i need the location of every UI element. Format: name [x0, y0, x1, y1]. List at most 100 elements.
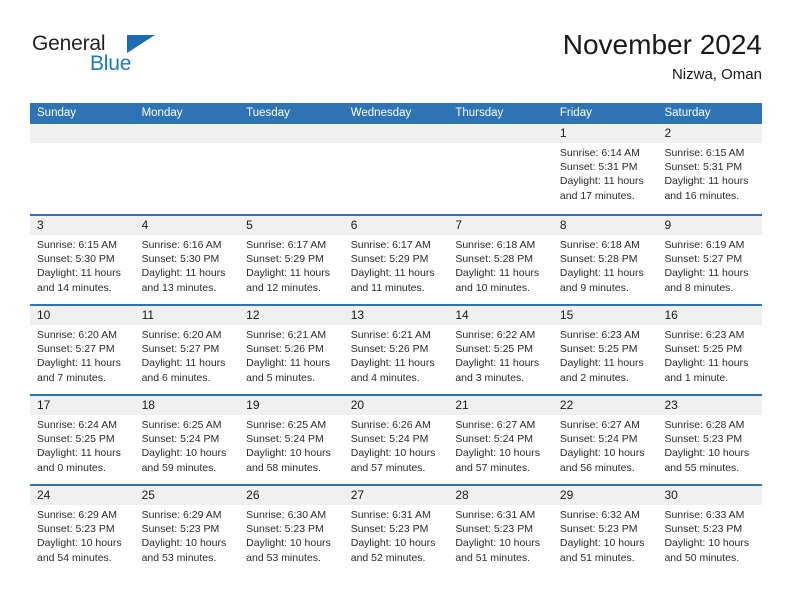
weekday-header-tuesday: Tuesday	[246, 107, 290, 119]
daylight-text: Daylight: 11 hours and 12 minutes.	[246, 267, 331, 294]
sunset-text: Sunset: 5:25 PM	[455, 343, 533, 356]
day-number-band: 14	[448, 306, 553, 325]
day-details: Sunrise: 6:29 AM Sunset: 5:23 PM Daylight:…	[30, 505, 135, 565]
calendar-day-cell[interactable]: 14 Sunrise: 6:22 AM Sunset: 5:25 PM Dayligh…	[448, 306, 553, 394]
day-number-band: 25	[134, 486, 240, 505]
day-number: 30	[664, 488, 678, 502]
sunset-text: Sunset: 5:27 PM	[141, 343, 220, 356]
calendar-day-cell[interactable]: 29 Sunrise: 6:32 AM Sunset: 5:23 PM Dayligh…	[552, 486, 658, 574]
calendar-day-cell[interactable]: 6 Sunrise: 6:17 AM Sunset: 5:29 PM Daylight…	[343, 216, 449, 304]
calendar-day-cell[interactable]: 22 Sunrise: 6:27 AM Sunset: 5:24 PM Dayligh…	[552, 396, 658, 484]
sunrise-text: Sunrise: 6:20 AM	[37, 329, 117, 341]
daylight-text: Daylight: 11 hours and 17 minutes.	[559, 175, 644, 202]
title-block: November 2024 Nizwa, Oman	[563, 28, 762, 85]
day-details: Sunrise: 6:29 AM Sunset: 5:23 PM Daylight:…	[135, 505, 240, 565]
calendar-day-cell[interactable]: 7 Sunrise: 6:18 AM Sunset: 5:28 PM Daylight…	[448, 216, 553, 304]
sunrise-text: Sunrise: 6:33 AM	[664, 509, 745, 521]
calendar-page: General Blue November 2024 Nizwa, Oman S…	[0, 0, 792, 612]
calendar-day-cell[interactable]: 21 Sunrise: 6:27 AM Sunset: 5:24 PM Dayligh…	[448, 396, 553, 484]
calendar-day-cell-empty	[448, 124, 553, 214]
sunrise-text: Sunrise: 6:22 AM	[455, 329, 536, 341]
day-number: 8	[559, 218, 567, 232]
calendar-day-cell[interactable]: 10 Sunrise: 6:20 AM Sunset: 5:27 PM Dayligh…	[30, 306, 135, 394]
daylight-text: Daylight: 10 hours and 52 minutes.	[350, 537, 436, 564]
day-number-band: 5	[239, 216, 344, 235]
calendar-day-cell[interactable]: 28 Sunrise: 6:31 AM Sunset: 5:23 PM Dayligh…	[448, 486, 553, 574]
day-number: 14	[455, 308, 469, 322]
calendar-day-cell[interactable]: 27 Sunrise: 6:31 AM Sunset: 5:23 PM Dayligh…	[343, 486, 449, 574]
sunrise-text: Sunrise: 6:28 AM	[664, 419, 745, 431]
sunrise-text: Sunrise: 6:27 AM	[455, 419, 536, 431]
day-details: Sunrise: 6:33 AM Sunset: 5:23 PM Daylight:…	[657, 505, 762, 565]
sunrise-text: Sunrise: 6:20 AM	[141, 329, 222, 341]
calendar-day-cell[interactable]: 15 Sunrise: 6:23 AM Sunset: 5:25 PM Dayligh…	[552, 306, 658, 394]
weekday-header-saturday: Saturday	[664, 107, 711, 119]
day-details: Sunrise: 6:21 AM Sunset: 5:26 PM Daylight:…	[344, 325, 449, 385]
calendar-day-cell[interactable]: 24 Sunrise: 6:29 AM Sunset: 5:23 PM Dayligh…	[30, 486, 135, 574]
sunset-text: Sunset: 5:28 PM	[559, 253, 638, 266]
calendar-day-cell[interactable]: 17 Sunrise: 6:24 AM Sunset: 5:25 PM Dayligh…	[30, 396, 135, 484]
sunrise-text: Sunrise: 6:23 AM	[559, 329, 640, 341]
calendar-day-cell[interactable]: 13 Sunrise: 6:21 AM Sunset: 5:26 PM Dayligh…	[343, 306, 449, 394]
calendar-day-cell[interactable]: 19 Sunrise: 6:25 AM Sunset: 5:24 PM Dayligh…	[239, 396, 344, 484]
sunrise-text: Sunrise: 6:24 AM	[37, 419, 117, 431]
day-details: Sunrise: 6:23 AM Sunset: 5:25 PM Daylight:…	[657, 325, 762, 385]
calendar-day-cell[interactable]: 4 Sunrise: 6:16 AM Sunset: 5:30 PM Daylight…	[134, 216, 240, 304]
daylight-text: Daylight: 10 hours and 56 minutes.	[559, 447, 645, 474]
calendar-week-row: 1 Sunrise: 6:14 AM Sunset: 5:31 PM Daylight…	[30, 124, 763, 214]
sunrise-text: Sunrise: 6:14 AM	[559, 147, 640, 159]
day-details: Sunrise: 6:28 AM Sunset: 5:23 PM Daylight:…	[657, 415, 762, 475]
sunrise-text: Sunrise: 6:30 AM	[246, 509, 327, 521]
day-details: Sunrise: 6:18 AM Sunset: 5:28 PM Daylight:…	[553, 235, 658, 295]
day-number: 29	[559, 488, 574, 502]
calendar-day-cell[interactable]: 26 Sunrise: 6:30 AM Sunset: 5:23 PM Dayligh…	[239, 486, 344, 574]
calendar-day-cell-empty	[239, 124, 344, 214]
calendar-day-cell[interactable]: 2 Sunrise: 6:15 AM Sunset: 5:31 PM Daylight…	[657, 124, 763, 214]
day-number: 10	[37, 308, 51, 322]
day-number-band: 15	[552, 306, 658, 325]
calendar-day-cell[interactable]: 16 Sunrise: 6:23 AM Sunset: 5:25 PM Dayligh…	[657, 306, 763, 394]
daylight-text: Daylight: 10 hours and 59 minutes.	[141, 447, 227, 474]
daylight-text: Daylight: 10 hours and 51 minutes.	[559, 537, 645, 564]
daylight-text: Daylight: 11 hours and 1 minute.	[664, 357, 749, 384]
day-number-band	[239, 124, 344, 143]
sunset-text: Sunset: 5:25 PM	[559, 343, 638, 356]
sunrise-text: Sunrise: 6:15 AM	[664, 147, 745, 159]
sunset-text: Sunset: 5:31 PM	[559, 161, 638, 174]
day-number-band	[30, 124, 135, 143]
calendar-day-cell[interactable]: 12 Sunrise: 6:21 AM Sunset: 5:26 PM Dayligh…	[239, 306, 344, 394]
calendar-day-cell[interactable]: 11 Sunrise: 6:20 AM Sunset: 5:27 PM Dayligh…	[134, 306, 240, 394]
calendar-day-cell[interactable]: 25 Sunrise: 6:29 AM Sunset: 5:23 PM Dayligh…	[134, 486, 240, 574]
calendar-day-cell[interactable]: 3 Sunrise: 6:15 AM Sunset: 5:30 PM Daylight…	[30, 216, 135, 304]
day-details: Sunrise: 6:21 AM Sunset: 5:26 PM Daylight:…	[239, 325, 344, 385]
daylight-text: Daylight: 11 hours and 13 minutes.	[141, 267, 226, 294]
day-number-band	[343, 124, 449, 143]
sunset-text: Sunset: 5:26 PM	[246, 343, 324, 356]
day-number-band: 12	[239, 306, 344, 325]
calendar-day-cell[interactable]: 8 Sunrise: 6:18 AM Sunset: 5:28 PM Daylight…	[552, 216, 658, 304]
brand-logo[interactable]: General Blue	[30, 32, 230, 88]
calendar-day-cell[interactable]: 1 Sunrise: 6:14 AM Sunset: 5:31 PM Daylight…	[552, 124, 658, 214]
day-number-band	[448, 124, 553, 143]
calendar-week-row: 10 Sunrise: 6:20 AM Sunset: 5:27 PM Dayligh…	[30, 304, 763, 394]
sunset-text: Sunset: 5:30 PM	[37, 253, 115, 266]
day-number: 13	[350, 308, 365, 322]
day-number-band: 3	[30, 216, 135, 235]
calendar-day-cell[interactable]: 5 Sunrise: 6:17 AM Sunset: 5:29 PM Daylight…	[239, 216, 344, 304]
calendar-day-cell[interactable]: 30 Sunrise: 6:33 AM Sunset: 5:23 PM Dayligh…	[657, 486, 763, 574]
daylight-text: Daylight: 10 hours and 51 minutes.	[455, 537, 540, 564]
calendar-day-cell[interactable]: 18 Sunrise: 6:25 AM Sunset: 5:24 PM Dayligh…	[134, 396, 240, 484]
day-number: 17	[37, 398, 51, 412]
calendar-day-cell[interactable]: 20 Sunrise: 6:26 AM Sunset: 5:24 PM Dayligh…	[343, 396, 449, 484]
calendar-day-cell[interactable]: 23 Sunrise: 6:28 AM Sunset: 5:23 PM Dayligh…	[657, 396, 763, 484]
weekday-header-row: Sunday Monday Tuesday Wednesday Thursday…	[30, 103, 762, 124]
daylight-text: Daylight: 11 hours and 0 minutes.	[37, 447, 121, 474]
sunset-text: Sunset: 5:26 PM	[350, 343, 429, 356]
calendar-day-cell[interactable]: 9 Sunrise: 6:19 AM Sunset: 5:27 PM Daylight…	[657, 216, 763, 304]
day-number: 16	[664, 308, 678, 322]
sunset-text: Sunset: 5:23 PM	[664, 523, 743, 536]
day-number: 5	[246, 218, 253, 232]
page-header: General Blue November 2024 Nizwa, Oman	[30, 28, 762, 90]
day-details: Sunrise: 6:17 AM Sunset: 5:29 PM Daylight:…	[344, 235, 449, 295]
brand-name-blue: Blue	[90, 52, 132, 75]
